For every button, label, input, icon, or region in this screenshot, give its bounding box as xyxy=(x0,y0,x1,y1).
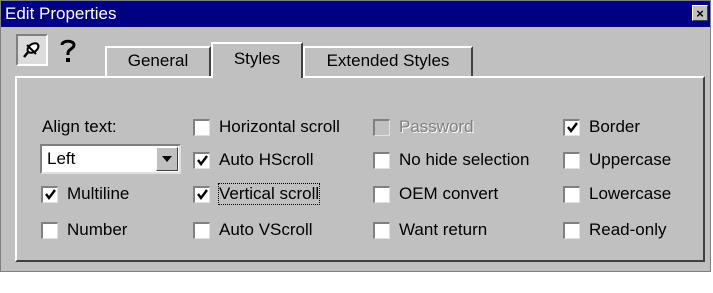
number-label: Number xyxy=(67,220,128,239)
uppercase-checkbox[interactable]: Uppercase xyxy=(563,149,671,171)
border-checkbox[interactable]: Border xyxy=(563,116,640,138)
lowercase-label: Lowercase xyxy=(589,184,672,203)
checkbox-box xyxy=(563,118,580,136)
checkbox-box xyxy=(373,151,390,169)
checkbox-box xyxy=(41,185,58,203)
tab-extended-styles[interactable]: Extended Styles xyxy=(303,46,473,76)
horizontal-scroll-checkbox[interactable]: Horizontal scroll xyxy=(193,116,340,138)
checkbox-box xyxy=(373,221,390,239)
checkbox-box xyxy=(563,185,580,203)
pushpin-icon xyxy=(23,42,40,58)
auto-hscroll-label: Auto HScroll xyxy=(219,150,314,169)
title-bar[interactable]: Edit Properties × xyxy=(1,1,710,27)
checkbox-box xyxy=(193,221,210,239)
read-only-label: Read-only xyxy=(589,220,667,239)
help-button[interactable] xyxy=(52,34,84,66)
align-text-value: Left xyxy=(47,149,76,168)
vertical-scroll-label: Vertical scroll xyxy=(217,183,321,205)
checkmark-icon xyxy=(197,188,208,200)
checkbox-box xyxy=(563,221,580,239)
auto-vscroll-label: Auto VScroll xyxy=(219,220,313,239)
multiline-label: Multiline xyxy=(67,184,130,203)
read-only-checkbox[interactable]: Read-only xyxy=(563,219,667,241)
oem-convert-checkbox[interactable]: OEM convert xyxy=(373,183,498,205)
number-checkbox[interactable]: Number xyxy=(41,219,127,241)
checkbox-box xyxy=(193,151,210,169)
checkbox-box xyxy=(193,185,210,203)
checkbox-box xyxy=(373,118,390,136)
checkbox-box xyxy=(41,221,58,239)
tab-general[interactable]: General xyxy=(105,46,211,76)
auto-hscroll-checkbox[interactable]: Auto HScroll xyxy=(193,149,313,171)
oem-convert-label: OEM convert xyxy=(399,184,499,203)
uppercase-label: Uppercase xyxy=(589,150,672,169)
align-text-dropdown[interactable]: Left xyxy=(40,144,181,174)
chevron-down-icon xyxy=(162,156,172,162)
password-checkbox[interactable]: Password xyxy=(373,116,474,138)
password-label: Password xyxy=(399,117,474,136)
no-hide-selection-checkbox[interactable]: No hide selection xyxy=(373,149,529,171)
tab-styles[interactable]: Styles xyxy=(211,42,303,78)
dropdown-arrow-button[interactable] xyxy=(156,147,178,171)
checkbox-box xyxy=(373,185,390,203)
checkmark-icon xyxy=(197,154,208,166)
auto-vscroll-checkbox[interactable]: Auto VScroll xyxy=(193,219,313,241)
question-mark-icon xyxy=(60,39,76,62)
want-return-checkbox[interactable]: Want return xyxy=(373,219,487,241)
checkmark-icon xyxy=(567,121,578,133)
horizontal-scroll-label: Horizontal scroll xyxy=(219,117,340,136)
pushpin-button[interactable] xyxy=(16,34,48,66)
multiline-checkbox[interactable]: Multiline xyxy=(41,183,129,205)
no-hide-selection-label: No hide selection xyxy=(399,150,530,169)
close-button[interactable]: × xyxy=(692,5,708,21)
checkbox-box xyxy=(563,151,580,169)
align-text-label: Align text: xyxy=(42,117,117,136)
checkbox-box xyxy=(193,118,210,136)
checkmark-icon xyxy=(45,188,56,200)
window-title: Edit Properties xyxy=(5,4,117,23)
want-return-label: Want return xyxy=(399,220,488,239)
border-label: Border xyxy=(589,117,641,136)
lowercase-checkbox[interactable]: Lowercase xyxy=(563,183,671,205)
vertical-scroll-checkbox[interactable]: Vertical scroll xyxy=(193,183,321,205)
